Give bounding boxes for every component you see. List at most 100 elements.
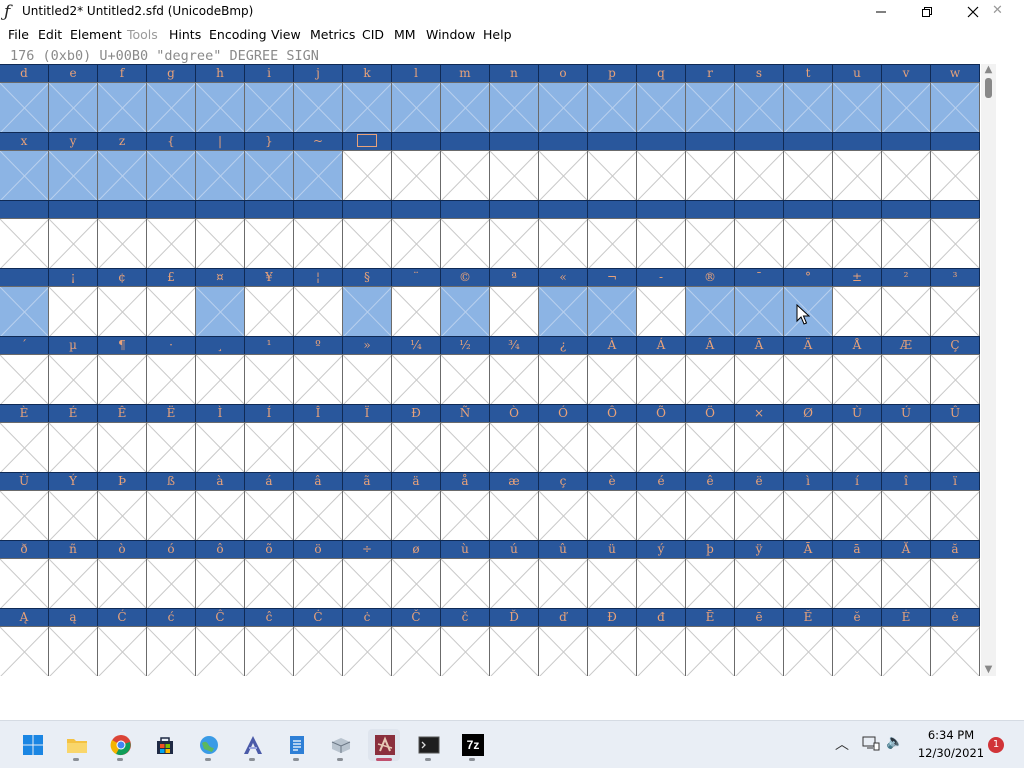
glyph-label[interactable]: Á	[637, 336, 686, 354]
glyph-cell[interactable]	[784, 558, 833, 608]
glyph-label[interactable]: ē	[735, 608, 784, 626]
glyph-cell[interactable]	[294, 218, 343, 268]
glyph-cell[interactable]	[0, 626, 49, 676]
glyph-label[interactable]: Ā	[784, 540, 833, 558]
taskbar-7zip[interactable]: 7z	[456, 729, 488, 761]
glyph-cell[interactable]	[294, 354, 343, 404]
glyph-label[interactable]: ć	[147, 608, 196, 626]
taskbar-notepad[interactable]	[280, 729, 312, 761]
glyph-label[interactable]: -	[637, 268, 686, 286]
glyph-label[interactable]: ±	[833, 268, 882, 286]
glyph-cell[interactable]	[441, 626, 490, 676]
menu-element[interactable]: Element	[70, 27, 122, 42]
glyph-label[interactable]: Å	[833, 336, 882, 354]
glyph-label[interactable]: ª	[490, 268, 539, 286]
glyph-label[interactable]: e	[49, 64, 98, 82]
glyph-label[interactable]: Â	[686, 336, 735, 354]
glyph-label[interactable]: v	[882, 64, 931, 82]
glyph-cell[interactable]	[490, 218, 539, 268]
glyph-label[interactable]: {	[147, 132, 196, 150]
glyph-cell[interactable]	[392, 218, 441, 268]
glyph-label[interactable]: Ć	[98, 608, 147, 626]
glyph-cell[interactable]	[931, 286, 980, 336]
glyph-cell[interactable]	[735, 490, 784, 540]
glyph-cell[interactable]	[637, 150, 686, 200]
glyph-cell[interactable]	[735, 218, 784, 268]
glyph-cell[interactable]	[98, 354, 147, 404]
glyph-cell[interactable]	[833, 558, 882, 608]
glyph-label[interactable]: o	[539, 64, 588, 82]
glyph-label[interactable]: g	[147, 64, 196, 82]
glyph-label[interactable]: Û	[931, 404, 980, 422]
glyph-cell[interactable]	[784, 490, 833, 540]
glyph-label[interactable]: ċ	[343, 608, 392, 626]
glyph-cell[interactable]	[343, 150, 392, 200]
glyph-cell[interactable]	[343, 218, 392, 268]
glyph-cell[interactable]	[784, 354, 833, 404]
menu-cid[interactable]: CID	[362, 27, 384, 42]
glyph-cell[interactable]	[833, 490, 882, 540]
glyph-label[interactable]: ô	[196, 540, 245, 558]
clock-date[interactable]: 12/30/2021	[916, 746, 986, 760]
glyph-cell[interactable]	[392, 626, 441, 676]
glyph-cell[interactable]	[490, 490, 539, 540]
glyph-label[interactable]: ×	[735, 404, 784, 422]
glyph-label[interactable]: È	[0, 404, 49, 422]
glyph-label[interactable]: ´	[0, 336, 49, 354]
glyph-label[interactable]: ç	[539, 472, 588, 490]
glyph-label[interactable]: §	[343, 268, 392, 286]
glyph-cell[interactable]	[686, 150, 735, 200]
menu-metrics[interactable]: Metrics	[310, 27, 355, 42]
glyph-cell[interactable]	[490, 354, 539, 404]
glyph-label[interactable]: ³	[931, 268, 980, 286]
glyph-label[interactable]: ï	[931, 472, 980, 490]
glyph-label[interactable]	[931, 200, 980, 218]
glyph-cell[interactable]	[392, 82, 441, 132]
glyph-label[interactable]: h	[196, 64, 245, 82]
glyph-cell[interactable]	[343, 354, 392, 404]
glyph-cell[interactable]	[49, 150, 98, 200]
glyph-label[interactable]	[98, 200, 147, 218]
menu-edit[interactable]: Edit	[38, 27, 62, 42]
menu-file[interactable]: File	[8, 27, 29, 42]
glyph-label[interactable]: l	[392, 64, 441, 82]
glyph-cell[interactable]	[735, 626, 784, 676]
glyph-cell[interactable]	[294, 150, 343, 200]
glyph-label[interactable]: t	[784, 64, 833, 82]
glyph-cell[interactable]	[588, 626, 637, 676]
glyph-cell[interactable]	[98, 82, 147, 132]
glyph-cell[interactable]	[441, 82, 490, 132]
glyph-cell[interactable]	[245, 422, 294, 472]
glyph-label[interactable]: ď	[539, 608, 588, 626]
glyph-cell[interactable]	[147, 354, 196, 404]
glyph-label[interactable]: ĉ	[245, 608, 294, 626]
glyph-label[interactable]: Ï	[343, 404, 392, 422]
glyph-cell[interactable]	[539, 490, 588, 540]
glyph-label[interactable]: }	[245, 132, 294, 150]
glyph-cell[interactable]	[147, 626, 196, 676]
glyph-label[interactable]: ½	[441, 336, 490, 354]
glyph-cell[interactable]	[490, 422, 539, 472]
glyph-label[interactable]	[392, 132, 441, 150]
menu-hints[interactable]: Hints	[169, 27, 201, 42]
glyph-label[interactable]: Ė	[882, 608, 931, 626]
glyph-label[interactable]: ¾	[490, 336, 539, 354]
taskbar-terminal[interactable]	[412, 729, 444, 761]
glyph-label[interactable]	[147, 200, 196, 218]
glyph-label[interactable]: ÿ	[735, 540, 784, 558]
glyph-label[interactable]: ²	[882, 268, 931, 286]
glyph-cell[interactable]	[392, 558, 441, 608]
glyph-label[interactable]: ó	[147, 540, 196, 558]
glyph-label[interactable]: ~	[294, 132, 343, 150]
glyph-label[interactable]: æ	[490, 472, 539, 490]
glyph-label[interactable]: Ã	[735, 336, 784, 354]
glyph-cell[interactable]	[245, 286, 294, 336]
glyph-label[interactable]	[833, 132, 882, 150]
glyph-cell[interactable]	[882, 558, 931, 608]
glyph-cell[interactable]	[833, 286, 882, 336]
close-button[interactable]	[950, 0, 996, 24]
glyph-cell[interactable]	[588, 422, 637, 472]
glyph-label[interactable]: ë	[735, 472, 784, 490]
glyph-label[interactable]: f	[98, 64, 147, 82]
taskbar-network-app[interactable]	[192, 729, 224, 761]
